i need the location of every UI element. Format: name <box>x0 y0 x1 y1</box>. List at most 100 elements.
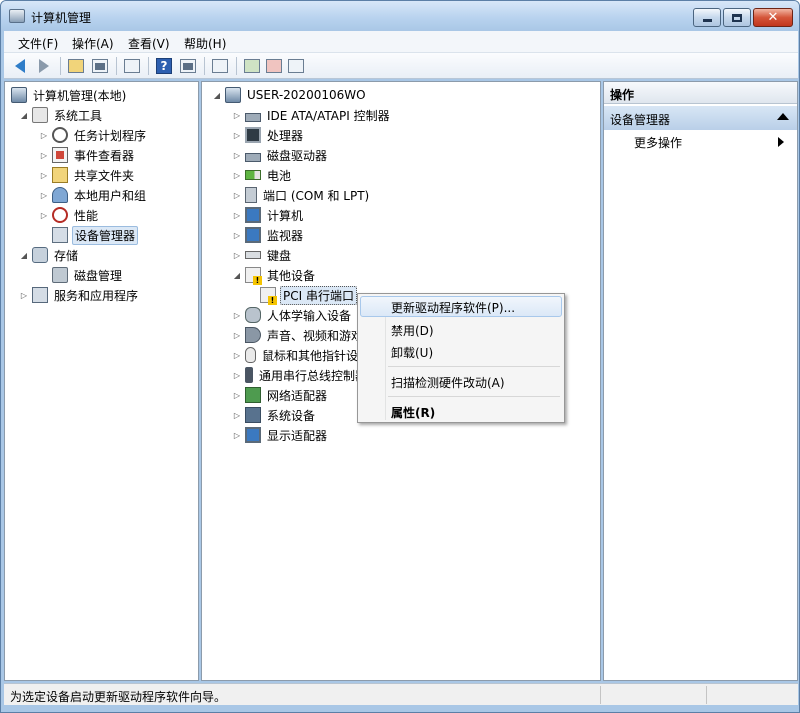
expand-icon[interactable]: ▷ <box>232 391 242 400</box>
menu-file[interactable]: 文件(F) <box>18 35 58 52</box>
warning-device-icon <box>260 287 277 305</box>
expand-icon[interactable]: ▷ <box>39 191 49 200</box>
menu-scan-hardware[interactable]: 扫描检测硬件改动(A) <box>360 371 562 392</box>
device-category-computer[interactable]: ▷ 计算机 <box>232 206 305 224</box>
more-actions[interactable]: 更多操作 <box>634 134 682 151</box>
tree-shared-folders[interactable]: ▷ 共享文件夹 <box>39 166 136 184</box>
device-category-keyboards[interactable]: ▷ 键盘 <box>232 246 293 264</box>
status-cell <box>600 686 601 704</box>
network-adapter-icon <box>245 387 261 403</box>
title-bar[interactable]: 计算机管理 ✕ <box>1 1 799 31</box>
tree-performance[interactable]: ▷ 性能 <box>39 206 100 224</box>
show-action-pane-button[interactable] <box>178 56 198 76</box>
expand-icon[interactable]: ▷ <box>232 211 242 220</box>
collapse-icon[interactable]: ◢ <box>19 251 29 260</box>
expand-icon[interactable]: ▷ <box>232 151 242 160</box>
help-button[interactable]: ? <box>154 56 174 76</box>
device-category-system[interactable]: ▷ 系统设备 <box>232 406 317 424</box>
up-folder-button[interactable] <box>66 56 86 76</box>
properties-button[interactable] <box>122 56 142 76</box>
expand-icon[interactable]: ▷ <box>232 351 242 360</box>
update-driver-icon <box>244 59 260 73</box>
uninstall-button[interactable] <box>264 56 284 76</box>
device-category-monitors[interactable]: ▷ 监视器 <box>232 226 305 244</box>
expand-icon[interactable]: ▷ <box>232 251 242 260</box>
menu-uninstall[interactable]: 卸载(U) <box>360 341 562 362</box>
menu-update-driver[interactable]: 更新驱动程序软件(P)... <box>360 296 562 317</box>
device-category-hid[interactable]: ▷ 人体学输入设备 <box>232 306 353 324</box>
expand-icon[interactable]: ▷ <box>232 411 242 420</box>
collapse-icon[interactable]: ◢ <box>19 111 29 120</box>
expand-icon[interactable]: ▷ <box>232 231 242 240</box>
port-icon <box>245 187 257 203</box>
shared-folder-icon <box>52 167 68 183</box>
disable-button[interactable] <box>286 56 306 76</box>
device-category-other[interactable]: ◢ 其他设备 <box>232 266 317 285</box>
device-category-usb[interactable]: ▷ 通用串行总线控制器 <box>232 366 369 384</box>
minimize-button[interactable] <box>693 8 721 27</box>
collapse-icon[interactable]: ◢ <box>232 271 242 280</box>
menu-action[interactable]: 操作(A) <box>72 35 114 52</box>
expand-icon[interactable]: ▷ <box>232 131 242 140</box>
menu-properties[interactable]: 属性(R) <box>360 401 562 422</box>
menu-bar: 文件(F) 操作(A) 查看(V) 帮助(H) <box>4 31 798 53</box>
collapse-icon[interactable]: ◢ <box>212 91 222 100</box>
expand-icon[interactable]: ▷ <box>39 151 49 160</box>
scan-hardware-button[interactable] <box>210 56 230 76</box>
device-root[interactable]: ◢ USER-20200106WO <box>212 86 368 104</box>
tree-system-tools[interactable]: ◢ 系统工具 <box>19 106 104 124</box>
tree-disk-management[interactable]: 磁盘管理 <box>39 266 124 284</box>
back-button[interactable] <box>10 56 30 76</box>
forward-icon <box>39 59 49 73</box>
tree-local-users[interactable]: ▷ 本地用户和组 <box>39 186 148 204</box>
console-tree[interactable]: 计算机管理(本地) ◢ 系统工具 ▷ 任务计划程序 ▷ 事件查看器 ▷ 共享文件… <box>4 81 199 681</box>
expand-icon[interactable]: ▷ <box>19 291 29 300</box>
device-category-mice[interactable]: ▷ 鼠标和其他指针设备 <box>232 346 372 364</box>
maximize-button[interactable] <box>723 8 751 27</box>
expand-icon[interactable]: ▷ <box>232 171 242 180</box>
properties-icon <box>124 59 140 73</box>
toolbar: ? <box>4 53 798 79</box>
expand-icon[interactable]: ▷ <box>39 171 49 180</box>
forward-button[interactable] <box>34 56 54 76</box>
device-category-display[interactable]: ▷ 显示适配器 <box>232 426 329 444</box>
tree-root[interactable]: 计算机管理(本地) <box>11 86 128 104</box>
tree-task-scheduler[interactable]: ▷ 任务计划程序 <box>39 126 148 144</box>
expand-icon[interactable]: ▷ <box>232 431 242 440</box>
expand-icon[interactable]: ▷ <box>232 111 242 120</box>
device-category-network[interactable]: ▷ 网络适配器 <box>232 386 329 404</box>
device-category-ide[interactable]: ▷ IDE ATA/ATAPI 控制器 <box>232 106 392 124</box>
tree-services[interactable]: ▷ 服务和应用程序 <box>19 286 140 304</box>
disk-management-icon <box>52 267 68 283</box>
uninstall-icon <box>266 59 282 73</box>
actions-group-device-manager[interactable]: 设备管理器 <box>604 106 797 130</box>
device-pci-serial-port[interactable]: PCI 串行端口 <box>260 285 357 305</box>
expand-icon[interactable]: ▷ <box>232 331 242 340</box>
device-manager-icon <box>52 227 68 243</box>
tree-device-manager[interactable]: 设备管理器 <box>39 225 139 245</box>
menu-disable[interactable]: 禁用(D) <box>360 319 562 340</box>
tree-event-viewer[interactable]: ▷ 事件查看器 <box>39 146 136 164</box>
device-category-batteries[interactable]: ▷ 电池 <box>232 166 293 184</box>
collapse-triangle-icon[interactable] <box>777 113 789 120</box>
expand-icon[interactable]: ▷ <box>39 211 49 220</box>
close-button[interactable]: ✕ <box>753 8 793 27</box>
status-text: 为选定设备启动更新驱动程序软件向导。 <box>10 690 227 704</box>
expand-icon[interactable]: ▷ <box>232 371 242 380</box>
expand-icon[interactable]: ▷ <box>232 191 242 200</box>
menu-help[interactable]: 帮助(H) <box>184 35 226 52</box>
show-hide-tree-icon <box>92 59 108 73</box>
menu-view[interactable]: 查看(V) <box>128 35 170 52</box>
battery-icon <box>245 170 261 180</box>
tree-storage[interactable]: ◢ 存储 <box>19 246 80 264</box>
show-hide-tree-button[interactable] <box>90 56 110 76</box>
update-driver-button[interactable] <box>242 56 262 76</box>
tools-icon <box>32 107 48 123</box>
device-category-disk-drives[interactable]: ▷ 磁盘驱动器 <box>232 146 329 164</box>
computer-management-icon <box>11 87 27 103</box>
help-icon: ? <box>156 58 172 74</box>
device-category-ports[interactable]: ▷ 端口 (COM 和 LPT) <box>232 186 371 204</box>
expand-icon[interactable]: ▷ <box>232 311 242 320</box>
expand-icon[interactable]: ▷ <box>39 131 49 140</box>
device-category-processors[interactable]: ▷ 处理器 <box>232 126 305 144</box>
